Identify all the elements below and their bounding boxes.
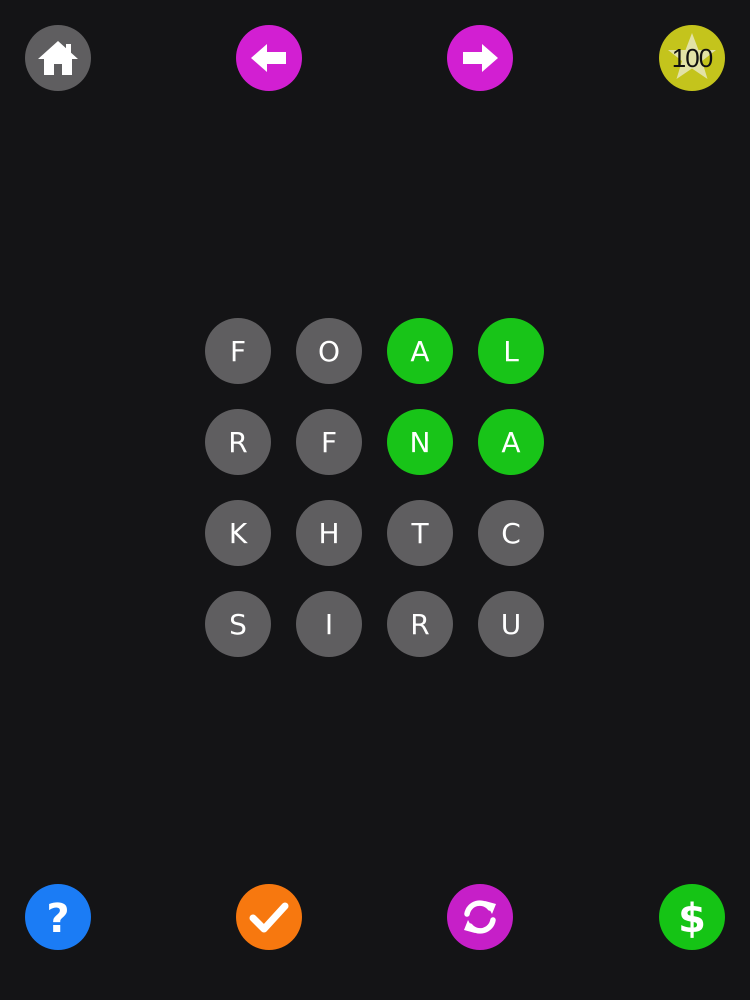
dollar-icon: $ <box>678 896 706 941</box>
home-button[interactable] <box>25 25 91 91</box>
shop-button[interactable]: $ <box>659 884 725 950</box>
arrow-left-icon <box>251 44 286 72</box>
next-button[interactable] <box>447 25 513 91</box>
arrow-right-icon <box>463 44 498 72</box>
coin-count: 100 <box>671 42 713 73</box>
letter-tile[interactable]: C <box>478 500 544 566</box>
letter-tile[interactable]: O <box>296 318 362 384</box>
refresh-icon <box>464 900 496 934</box>
letter-tile[interactable]: N <box>387 409 453 475</box>
letter-grid: FOALRFNAKHTCSIRU <box>205 318 545 657</box>
letter-tile[interactable]: A <box>478 409 544 475</box>
letter-tile[interactable]: T <box>387 500 453 566</box>
letter-tile[interactable]: K <box>205 500 271 566</box>
game-screen: 100 FOALRFNAKHTCSIRU ? $ <box>0 0 750 1000</box>
house-icon <box>38 41 78 75</box>
letter-tile[interactable]: L <box>478 318 544 384</box>
shop-label: $ <box>678 896 706 941</box>
letter-tile[interactable]: U <box>478 591 544 657</box>
letter-tile[interactable]: R <box>205 409 271 475</box>
checkmark-icon <box>249 902 289 933</box>
shuffle-button[interactable] <box>447 884 513 950</box>
letter-tile[interactable]: R <box>387 591 453 657</box>
letter-tile[interactable]: I <box>296 591 362 657</box>
letter-tile[interactable]: F <box>296 409 362 475</box>
letter-tile[interactable]: A <box>387 318 453 384</box>
letter-tile[interactable]: F <box>205 318 271 384</box>
letter-tile[interactable]: H <box>296 500 362 566</box>
coin-counter[interactable]: 100 <box>659 25 725 91</box>
back-button[interactable] <box>236 25 302 91</box>
letter-tile[interactable]: S <box>205 591 271 657</box>
help-button[interactable]: ? <box>25 884 91 950</box>
question-icon: ? <box>46 896 69 940</box>
submit-button[interactable] <box>236 884 302 950</box>
help-label: ? <box>46 896 69 940</box>
